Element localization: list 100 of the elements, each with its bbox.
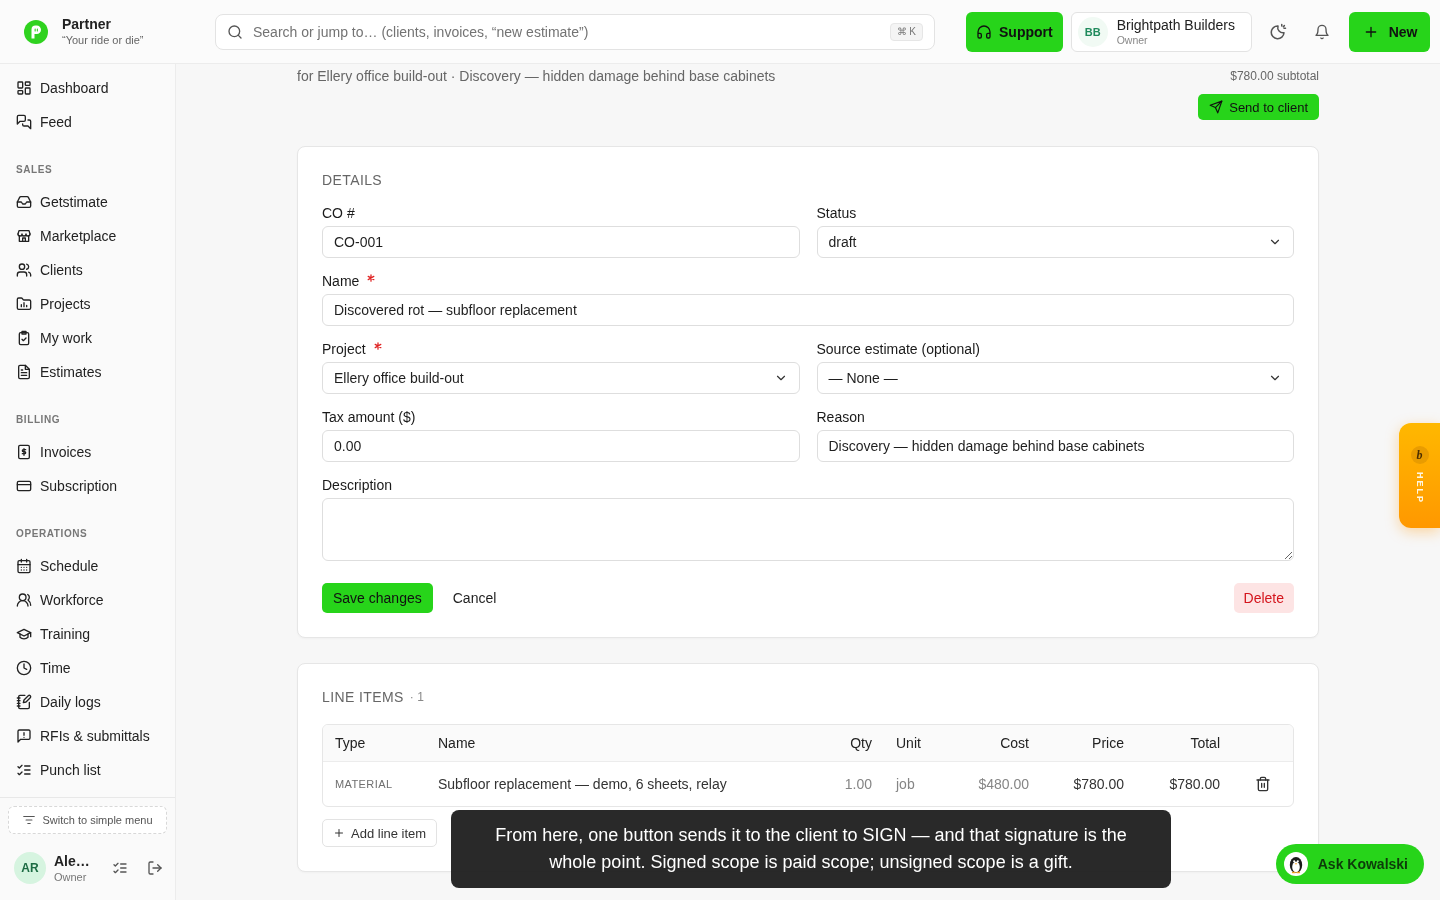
- card-heading: LINE ITEMS: [322, 688, 404, 707]
- sidebar-item[interactable]: Time: [6, 651, 169, 685]
- sidebar-item[interactable]: Getstimate: [6, 185, 169, 219]
- sidebar-item[interactable]: Schedule: [6, 549, 169, 583]
- notebook-pen-icon: [16, 694, 32, 710]
- tour-tooltip: From here, one button sends it to the client to SIGN — and that signature is the whole point. Signed scope is paid scope; unsigned scope is a gift.: [451, 810, 1171, 888]
- penguin-icon: [1283, 852, 1308, 876]
- users-icon: [16, 262, 32, 278]
- table-cell-text: $780.00: [1072, 776, 1125, 792]
- save-button[interactable]: Save changes: [322, 583, 433, 613]
- checklist-icon: [112, 860, 128, 876]
- company-switcher[interactable]: BB Brightpath Builders Owner: [1070, 11, 1252, 52]
- headset-icon: [976, 23, 992, 40]
- column-header: Unit: [895, 735, 922, 751]
- bell-icon: [1313, 23, 1330, 40]
- section-heading: SALES: [16, 163, 54, 177]
- sidebar-item[interactable]: RFIs & submittals: [6, 719, 169, 753]
- store-icon: [16, 228, 32, 244]
- calendar-icon: [16, 558, 32, 574]
- column-header: Total: [1189, 735, 1221, 751]
- column-header: Type: [334, 735, 367, 751]
- dollar-receipt-icon: [16, 444, 32, 460]
- field-label: Name: [322, 272, 360, 291]
- sidebar-item[interactable]: Subscription: [6, 469, 169, 503]
- field-label: Project: [322, 340, 366, 359]
- section-heading: BILLING: [16, 413, 62, 427]
- folder-chart-icon: [16, 296, 32, 312]
- sidebar-item[interactable]: Dashboard: [6, 71, 169, 105]
- sidebar-item[interactable]: Workforce: [6, 583, 169, 617]
- sidebar-item[interactable]: My work: [6, 321, 169, 355]
- credit-card-icon: [16, 478, 32, 494]
- field-label: Status: [816, 204, 857, 223]
- user-icon: [16, 592, 32, 608]
- select-field[interactable]: draft: [816, 226, 1294, 258]
- clock-icon: [16, 660, 32, 676]
- grid-icon: [16, 80, 32, 96]
- sidebar-item[interactable]: Invoices: [6, 435, 169, 469]
- field-label: Source estimate (optional): [816, 340, 980, 359]
- logo-icon: [24, 19, 48, 44]
- sidebar-item[interactable]: Estimates: [6, 355, 169, 389]
- sidebar-item[interactable]: Training: [6, 617, 169, 651]
- moon-icon: [1268, 22, 1287, 41]
- search-icon: [227, 23, 243, 40]
- sidebar-item[interactable]: Punch list: [6, 753, 169, 787]
- send-to-client-button[interactable]: Send to client: [1198, 94, 1319, 120]
- table-cell-text: Subfloor replacement — demo, 6 sheets, relay: [437, 776, 728, 792]
- card-heading: DETAILS: [322, 171, 383, 190]
- brand-tagline: “Your ride or die”: [62, 33, 144, 47]
- help-logo: b: [1410, 446, 1429, 464]
- field-label: CO #: [322, 204, 355, 223]
- sidebar-item[interactable]: Feed: [6, 105, 169, 139]
- sidebar-item[interactable]: Daily logs: [6, 685, 169, 719]
- select-field[interactable]: Ellery office build-out: [322, 362, 800, 394]
- logout-icon: [146, 860, 163, 876]
- table-cell-text: 1.00: [843, 776, 873, 792]
- column-header: Name: [437, 735, 477, 751]
- text-field[interactable]: CO-001: [322, 226, 800, 258]
- help-tab[interactable]: b HELP: [1399, 423, 1440, 528]
- user-name: Ale…: [54, 852, 90, 870]
- ask-assistant-button[interactable]: Ask Kowalski: [1275, 844, 1424, 884]
- column-header: Qty: [849, 735, 873, 751]
- brand-name: Partner: [62, 16, 112, 33]
- textarea-field[interactable]: [322, 498, 1294, 561]
- page-subtitle: for Ellery office build-out · Discovery — hidden damage behind base cabinets: [297, 67, 776, 86]
- field-label: Reason: [816, 408, 865, 427]
- section-heading: OPERATIONS: [16, 527, 89, 541]
- table-cell-text: MATERIAL: [334, 778, 394, 790]
- inbox-icon: [16, 194, 32, 210]
- table-cell-text: $480.00: [977, 776, 1030, 792]
- user-avatar: AR: [14, 852, 46, 884]
- document-icon: [16, 364, 32, 380]
- text-field[interactable]: Discovery — hidden damage behind base cabinets: [816, 430, 1294, 462]
- trash-icon: [1254, 776, 1271, 792]
- delete-button[interactable]: Delete: [1233, 583, 1294, 613]
- send-icon: [1209, 100, 1224, 114]
- text-field[interactable]: 0.00: [322, 430, 800, 462]
- graduation-cap-icon: [16, 626, 32, 642]
- select-field[interactable]: — None —: [816, 362, 1294, 394]
- switch-menu-button[interactable]: Switch to simple menu: [8, 806, 167, 834]
- checklist-icon: [16, 762, 32, 778]
- sidebar-item[interactable]: Clients: [6, 253, 169, 287]
- chat-bubbles-icon: [16, 114, 32, 130]
- field-label: Tax amount ($): [322, 408, 416, 427]
- table-cell-text: $780.00: [1168, 776, 1221, 792]
- add-line-item-button[interactable]: Add line item: [322, 819, 438, 847]
- sidebar-item[interactable]: Marketplace: [6, 219, 169, 253]
- cancel-button[interactable]: Cancel: [444, 583, 505, 613]
- support-button[interactable]: Support: [966, 11, 1063, 52]
- company-avatar: BB: [1077, 16, 1108, 47]
- column-header: Price: [1091, 735, 1125, 751]
- text-field[interactable]: Discovered rot — subfloor replacement: [322, 294, 1294, 326]
- plus-icon: [333, 827, 345, 839]
- new-button[interactable]: New: [1348, 11, 1431, 52]
- table-cell-text: job: [894, 776, 916, 792]
- column-header: Cost: [999, 735, 1030, 751]
- sidebar-item[interactable]: Projects: [6, 287, 169, 321]
- item-count: · 1: [409, 689, 424, 706]
- clipboard-check-icon: [16, 330, 32, 346]
- user-role: Owner: [54, 869, 87, 884]
- message-alert-icon: [16, 728, 32, 744]
